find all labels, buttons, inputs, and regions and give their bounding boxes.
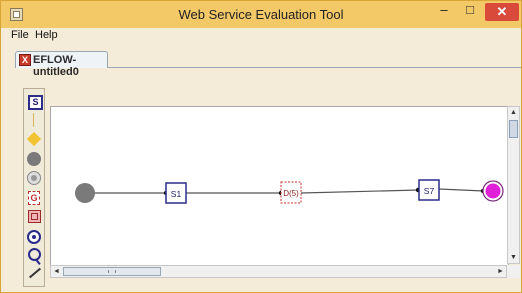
maximize-button[interactable]: □ bbox=[457, 1, 483, 21]
subflow-icon bbox=[28, 210, 41, 223]
join-tool-button[interactable] bbox=[26, 170, 42, 186]
tool-palette: S G bbox=[23, 88, 45, 287]
start-tool-button[interactable] bbox=[26, 151, 42, 167]
start-node[interactable] bbox=[75, 183, 95, 203]
connector-arrow-icon bbox=[28, 267, 42, 279]
diagram-canvas[interactable]: S1 D(5) S7 bbox=[50, 106, 509, 266]
node-label-d5: D(5) bbox=[283, 189, 299, 198]
scroll-corner bbox=[507, 265, 520, 278]
node-label-s7: S7 bbox=[424, 186, 435, 196]
menu-help[interactable]: Help bbox=[35, 29, 58, 41]
end-node-icon bbox=[27, 230, 41, 244]
line-tool-button[interactable] bbox=[26, 112, 42, 128]
scroll-down-icon[interactable]: ▼ bbox=[508, 252, 519, 263]
connector-tool-button[interactable] bbox=[26, 265, 42, 281]
service-node-s1[interactable]: S1 bbox=[165, 182, 187, 204]
line-icon bbox=[33, 113, 34, 127]
node-label-s1: S1 bbox=[171, 189, 182, 199]
edge-d5-s7 bbox=[300, 189, 420, 194]
subflow-tool-button[interactable] bbox=[26, 209, 42, 225]
gate-node-d5[interactable]: D(5) bbox=[280, 181, 302, 204]
magnifier-icon bbox=[28, 248, 41, 261]
decision-tool-button[interactable] bbox=[26, 131, 42, 147]
horizontal-scrollbar[interactable]: ◄ ► bbox=[50, 265, 507, 278]
service-node-s7[interactable]: S7 bbox=[418, 179, 440, 201]
title-bar: Web Service Evaluation Tool – □ ✕ bbox=[1, 1, 521, 28]
scroll-left-icon[interactable]: ◄ bbox=[51, 266, 62, 277]
diamond-icon bbox=[26, 131, 42, 147]
vertical-scroll-thumb[interactable] bbox=[509, 120, 518, 138]
service-tool-button[interactable]: S bbox=[26, 94, 43, 110]
horizontal-scroll-thumb[interactable] bbox=[63, 267, 161, 276]
tab-label: EFLOW-untitled0 bbox=[33, 54, 79, 78]
scroll-up-icon[interactable]: ▲ bbox=[508, 107, 519, 118]
vertical-scrollbar[interactable]: ▲ ▼ bbox=[507, 106, 520, 264]
menu-bar: File Help bbox=[1, 28, 521, 43]
tab-close-icon[interactable]: X bbox=[19, 54, 31, 66]
zoom-tool-button[interactable] bbox=[26, 248, 42, 264]
menu-file[interactable]: File bbox=[11, 29, 29, 41]
app-window: Web Service Evaluation Tool – □ ✕ File H… bbox=[0, 0, 522, 293]
start-node-icon bbox=[27, 152, 41, 166]
edge-s7-end bbox=[438, 188, 485, 192]
service-icon: S bbox=[28, 95, 43, 110]
minimize-button[interactable]: – bbox=[431, 1, 457, 21]
flow-diagram: S1 D(5) S7 bbox=[75, 179, 504, 204]
scroll-right-icon[interactable]: ► bbox=[495, 266, 506, 277]
gate-tool-button[interactable]: G bbox=[26, 190, 42, 206]
end-node[interactable] bbox=[482, 180, 504, 202]
gate-icon: G bbox=[28, 191, 40, 205]
tab-eflow-untitled0[interactable]: X EFLOW-untitled0 bbox=[15, 51, 108, 78]
scroll-grip-icon bbox=[108, 270, 116, 273]
join-node-icon bbox=[27, 171, 41, 185]
close-button[interactable]: ✕ bbox=[485, 3, 519, 21]
end-tool-button[interactable] bbox=[26, 229, 42, 245]
